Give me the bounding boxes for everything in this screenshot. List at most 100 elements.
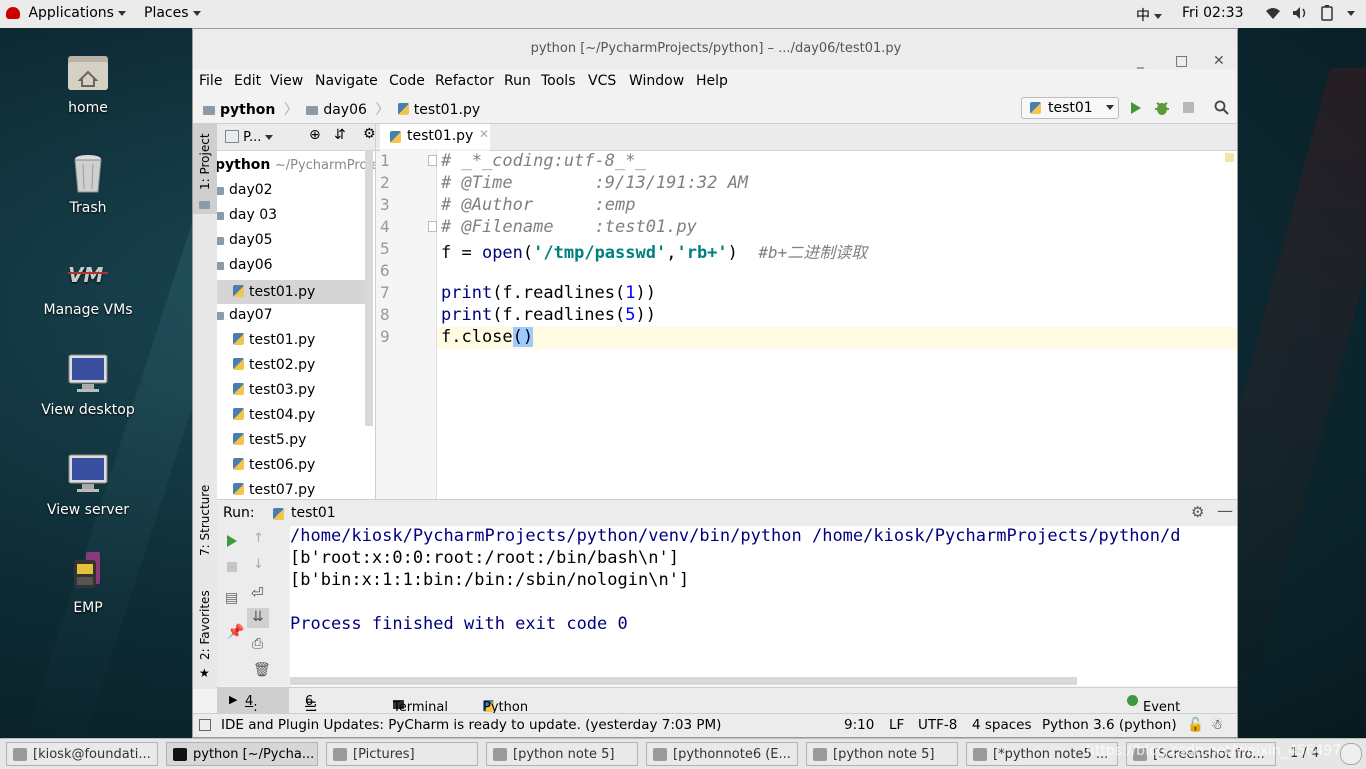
stop-icon[interactable] xyxy=(1183,102,1194,113)
pin-icon[interactable]: 📌 xyxy=(227,624,244,640)
fold-icon[interactable] xyxy=(428,155,437,166)
close-icon[interactable]: ✕ xyxy=(479,127,489,141)
desktop-icon-view-server[interactable]: View server xyxy=(28,452,148,518)
run-output-console[interactable]: /home/kiosk/PycharmProjects/python/venv/… xyxy=(290,526,1237,686)
run-config-select[interactable]: test01 xyxy=(1021,97,1119,119)
stop-icon[interactable] xyxy=(227,562,237,572)
menu-window[interactable]: Window xyxy=(629,73,684,89)
menu-navigate[interactable]: Navigate xyxy=(315,73,378,89)
run-icon[interactable] xyxy=(1130,101,1142,115)
scroll-to-end-icon[interactable]: ⇊ xyxy=(247,608,269,628)
hide-panel-icon[interactable]: — xyxy=(1217,501,1233,520)
gear-icon[interactable]: ⚙ xyxy=(363,126,375,142)
inspection-indicator-icon[interactable] xyxy=(1225,153,1234,162)
search-icon[interactable] xyxy=(1214,100,1229,115)
tool-windows-icon[interactable] xyxy=(199,719,211,731)
task-python-note-5[interactable]: [python note 5] xyxy=(486,742,638,766)
project-tool-tab[interactable]: 1: Project xyxy=(193,124,217,214)
arrow-down-icon[interactable]: ↓ xyxy=(253,557,264,572)
tree-folder-day03[interactable]: day 03 xyxy=(217,207,277,223)
favorites-tool-tab[interactable]: 2: Favorites ★ xyxy=(193,584,217,684)
menu-edit[interactable]: Edit xyxy=(234,73,261,89)
tree-folder-day07[interactable]: day07 xyxy=(217,307,273,323)
status-encoding[interactable]: UTF-8 xyxy=(918,717,957,733)
system-menu[interactable] xyxy=(1343,5,1355,21)
fold-icon[interactable] xyxy=(428,221,437,232)
run-panel-config[interactable]: test01 xyxy=(291,505,336,521)
tool-tab-event-log[interactable]: Event Log xyxy=(1127,694,1180,730)
gear-icon[interactable]: ⚙ xyxy=(1191,503,1204,521)
tab-test01[interactable]: test01.py ✕ xyxy=(380,124,490,151)
restore-layout-icon[interactable]: ▤ xyxy=(225,590,238,606)
desktop-icon-emp[interactable]: EMP xyxy=(28,550,148,616)
tool-tab-run[interactable]: ▶ 4: Run xyxy=(217,688,289,730)
input-method-menu[interactable]: 中 xyxy=(1136,5,1162,25)
breadcrumb-file[interactable]: test01.py xyxy=(397,102,480,118)
structure-tool-tab[interactable]: 7: Structure xyxy=(193,474,217,564)
debug-icon[interactable] xyxy=(1155,100,1169,116)
task-pythonnote6[interactable]: [pythonnote6 (E... xyxy=(646,742,798,766)
task-pictures[interactable]: [Pictures] xyxy=(326,742,478,766)
chevron-down-icon xyxy=(117,10,126,16)
tree-folder-day02[interactable]: day02 xyxy=(217,182,273,198)
inspector-icon[interactable]: ☃ xyxy=(1211,717,1223,733)
console-line: Process finished with exit code 0 xyxy=(290,614,628,634)
tree-file-test5[interactable]: test5.py xyxy=(233,432,306,448)
task-terminal[interactable]: [kiosk@foundati... xyxy=(6,742,158,766)
project-root[interactable]: python ~/PycharmProjects/python xyxy=(217,157,375,173)
clock[interactable]: Fri 02:33 xyxy=(1182,5,1243,21)
menu-vcs[interactable]: VCS xyxy=(588,73,616,89)
tree-file-test01[interactable]: test01.py xyxy=(233,332,315,348)
desktop-icon-trash[interactable]: Trash xyxy=(28,150,148,216)
volume-icon[interactable] xyxy=(1292,6,1308,24)
trash-icon[interactable]: 🗑 xyxy=(253,662,271,678)
soft-wrap-icon[interactable]: ⏎ xyxy=(251,584,264,602)
tree-folder-day06[interactable]: day06 xyxy=(217,257,273,273)
status-line-separator[interactable]: LF xyxy=(889,717,904,733)
task-python-note-5-b[interactable]: [python note 5] xyxy=(806,742,958,766)
task-pycharm[interactable]: python [~/Pycha... xyxy=(166,742,318,766)
project-scrollbar[interactable] xyxy=(365,150,373,426)
arrow-up-icon[interactable]: ↑ xyxy=(253,531,264,546)
code-token: #b+二进制读取 xyxy=(758,243,868,262)
print-icon[interactable]: ⎙ xyxy=(252,636,263,652)
desktop-icon-home[interactable]: home xyxy=(28,50,148,116)
wifi-icon[interactable] xyxy=(1265,6,1281,24)
battery-icon[interactable] xyxy=(1321,5,1333,25)
tree-file-test07[interactable]: test07.py xyxy=(233,482,315,498)
applications-menu[interactable]: Applications xyxy=(6,5,126,21)
menu-refactor[interactable]: Refactor xyxy=(435,73,494,89)
menu-view[interactable]: View xyxy=(270,73,303,89)
desktop-icon-view-desktop[interactable]: View desktop xyxy=(28,352,148,418)
tree-file-day06-test01[interactable]: test01.py xyxy=(217,280,367,304)
status-interpreter[interactable]: Python 3.6 (python) xyxy=(1042,717,1177,733)
desktop-icon-manage-vms[interactable]: VM Manage VMs xyxy=(28,252,148,318)
menu-code[interactable]: Code xyxy=(389,73,425,89)
status-indent[interactable]: 4 spaces xyxy=(972,717,1032,733)
project-view-select[interactable]: P... xyxy=(225,128,287,146)
breadcrumb-day06[interactable]: day06 xyxy=(306,102,367,118)
lock-icon[interactable]: 🔓 xyxy=(1187,717,1204,733)
code-editor[interactable]: # _*_coding:utf-8_*_ # @Time :9/13/191:3… xyxy=(437,151,1237,499)
tree-file-test02[interactable]: test02.py xyxy=(233,357,315,373)
notification-icon[interactable] xyxy=(1340,743,1362,765)
collapse-all-icon[interactable]: ⇵ xyxy=(334,127,346,143)
menu-run[interactable]: Run xyxy=(504,73,531,89)
menu-help[interactable]: Help xyxy=(696,73,728,89)
places-menu[interactable]: Places xyxy=(144,5,201,21)
locate-icon[interactable]: ⊕ xyxy=(309,127,321,143)
code-token: )) xyxy=(635,283,656,303)
breadcrumb-python[interactable]: python xyxy=(203,102,275,118)
tool-tab-todo[interactable]: ☰6: TODO xyxy=(305,694,352,730)
status-message[interactable]: IDE and Plugin Updates: PyCharm is ready… xyxy=(221,717,721,733)
window-titlebar[interactable]: python [~/PycharmProjects/python] – .../… xyxy=(193,29,1237,69)
tree-file-test06[interactable]: test06.py xyxy=(233,457,315,473)
tree-file-test04[interactable]: test04.py xyxy=(233,407,315,423)
tree-folder-day05[interactable]: day05 xyxy=(217,232,273,248)
status-caret-position[interactable]: 9:10 xyxy=(844,717,874,733)
rerun-icon[interactable] xyxy=(226,534,238,548)
menu-file[interactable]: File xyxy=(199,73,222,89)
console-horizontal-scrollbar[interactable] xyxy=(290,677,1077,685)
tree-file-test03[interactable]: test03.py xyxy=(233,382,315,398)
menu-tools[interactable]: Tools xyxy=(541,73,576,89)
